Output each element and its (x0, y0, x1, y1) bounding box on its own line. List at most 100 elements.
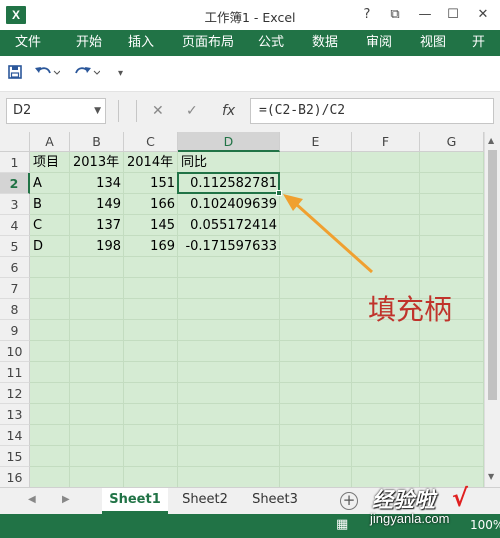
cell-b2[interactable]: 134 (70, 173, 124, 194)
vertical-scrollbar[interactable]: ▲ ▼ (484, 132, 500, 487)
column-header-f[interactable]: F (352, 132, 420, 152)
prev-sheet-icon[interactable]: ◀ (28, 494, 36, 505)
name-box-value: D2 (13, 103, 32, 118)
cancel-icon[interactable]: ✕ (152, 100, 164, 122)
row-header-14[interactable]: 14 (0, 425, 30, 446)
tab-insert[interactable]: 插入 (128, 30, 154, 56)
column-header-g[interactable]: G (420, 132, 484, 152)
row-header-7[interactable]: 7 (0, 278, 30, 299)
customize-qat-icon[interactable]: ▾ (118, 65, 123, 83)
cell-c4[interactable]: 145 (124, 215, 178, 236)
formula-bar: D2 ▼ ✕ ✓ fx =(C2-B2)/C2 (0, 92, 500, 132)
row-header-9[interactable]: 9 (0, 320, 30, 341)
row-header-15[interactable]: 15 (0, 446, 30, 467)
row-header-13[interactable]: 13 (0, 404, 30, 425)
column-header-d[interactable]: D (178, 132, 280, 152)
cell-a1[interactable]: 项目 (30, 152, 70, 173)
cell-c1[interactable]: 2014年 (124, 152, 178, 173)
next-sheet-icon[interactable]: ▶ (62, 494, 70, 505)
row-header-2[interactable]: 2 (0, 173, 30, 194)
scrollbar-thumb[interactable] (488, 150, 497, 400)
zoom-level[interactable]: 100% (470, 518, 500, 532)
select-all-corner[interactable] (0, 132, 30, 152)
row-header-12[interactable]: 12 (0, 383, 30, 404)
column-header-e[interactable]: E (280, 132, 352, 152)
divider (118, 100, 119, 122)
tab-file[interactable]: 文件 (0, 30, 56, 56)
row-header-1[interactable]: 1 (0, 152, 30, 173)
row-header-11[interactable]: 11 (0, 362, 30, 383)
add-sheet-icon[interactable]: + (340, 492, 358, 510)
cell-a5[interactable]: D (30, 236, 70, 257)
gridline (30, 445, 484, 446)
annotation-label: 填充柄 (368, 293, 453, 326)
cell-c5[interactable]: 169 (124, 236, 178, 257)
row-header-4[interactable]: 4 (0, 215, 30, 236)
column-header-c[interactable]: C (124, 132, 178, 152)
gridline (30, 466, 484, 467)
title-bar: X 工作簿1 - Excel ? ⧉ — ☐ ✕ (0, 0, 500, 30)
row-header-16[interactable]: 16 (0, 467, 30, 487)
cell-d4[interactable]: 0.055172414 (178, 215, 280, 236)
save-icon[interactable] (8, 65, 22, 83)
tab-review[interactable]: 审阅 (366, 30, 392, 56)
tab-formulas[interactable]: 公式 (258, 30, 284, 56)
gridline (30, 382, 484, 383)
row-header-10[interactable]: 10 (0, 341, 30, 362)
cell-b1[interactable]: 2013年 (70, 152, 124, 173)
gridline (30, 277, 484, 278)
ribbon-tabs: 文件 开始 插入 页面布局 公式 数据 审阅 视图 开 (0, 30, 500, 56)
divider (136, 100, 137, 122)
row-header-5[interactable]: 5 (0, 236, 30, 257)
window-title: 工作簿1 - Excel (204, 10, 296, 25)
row-header-8[interactable]: 8 (0, 299, 30, 320)
cell-d3[interactable]: 0.102409639 (178, 194, 280, 215)
column-header-b[interactable]: B (70, 132, 124, 152)
cell-a2[interactable]: A (30, 173, 70, 194)
ribbon-display-button[interactable]: ⧉ (384, 5, 406, 25)
scroll-up-icon[interactable]: ▲ (488, 136, 494, 145)
insert-function-icon[interactable]: fx (222, 100, 235, 122)
sheet-tab-sheet1[interactable]: Sheet1 (102, 488, 168, 514)
redo-icon[interactable] (74, 65, 101, 83)
name-box[interactable]: D2 ▼ (6, 98, 106, 124)
formula-input[interactable]: =(C2-B2)/C2 (250, 98, 494, 124)
tab-page-layout[interactable]: 页面布局 (182, 30, 234, 56)
minimize-button[interactable]: — (414, 5, 436, 25)
tab-data[interactable]: 数据 (312, 30, 338, 56)
gridline (30, 340, 484, 341)
gridline (30, 424, 484, 425)
quick-access-toolbar: ▾ (0, 56, 500, 92)
column-header-a[interactable]: A (30, 132, 70, 152)
fill-handle[interactable] (276, 190, 282, 196)
tab-overflow[interactable]: 开 (472, 30, 485, 56)
active-cell-border (177, 172, 280, 194)
scroll-down-icon[interactable]: ▼ (488, 472, 494, 481)
cell-b4[interactable]: 137 (70, 215, 124, 236)
cell-c2[interactable]: 151 (124, 173, 178, 194)
maximize-button[interactable]: ☐ (442, 5, 464, 25)
help-button[interactable]: ? (356, 5, 378, 25)
sheet-tab-sheet2[interactable]: Sheet2 (172, 488, 238, 514)
undo-icon[interactable] (34, 65, 61, 83)
cell-a4[interactable]: C (30, 215, 70, 236)
watermark-url: jingyanla.com (370, 511, 450, 526)
cell-a3[interactable]: B (30, 194, 70, 215)
cell-d1[interactable]: 同比 (178, 152, 280, 173)
cell-b3[interactable]: 149 (70, 194, 124, 215)
close-button[interactable]: ✕ (472, 5, 494, 25)
row-header-3[interactable]: 3 (0, 194, 30, 215)
enter-icon[interactable]: ✓ (186, 100, 198, 122)
sheet-tab-sheet3[interactable]: Sheet3 (242, 488, 308, 514)
gridline (30, 361, 484, 362)
row-header-6[interactable]: 6 (0, 257, 30, 278)
normal-view-icon[interactable]: ▦ (336, 517, 348, 532)
cell-d5[interactable]: -0.171597633 (178, 236, 280, 257)
tab-view[interactable]: 视图 (420, 30, 446, 56)
cell-c3[interactable]: 166 (124, 194, 178, 215)
cell-b5[interactable]: 198 (70, 236, 124, 257)
watermark-text: 经验啦 (372, 487, 435, 512)
excel-logo-icon: X (6, 6, 26, 24)
tab-home[interactable]: 开始 (76, 30, 102, 56)
chevron-down-icon[interactable]: ▼ (94, 99, 101, 123)
